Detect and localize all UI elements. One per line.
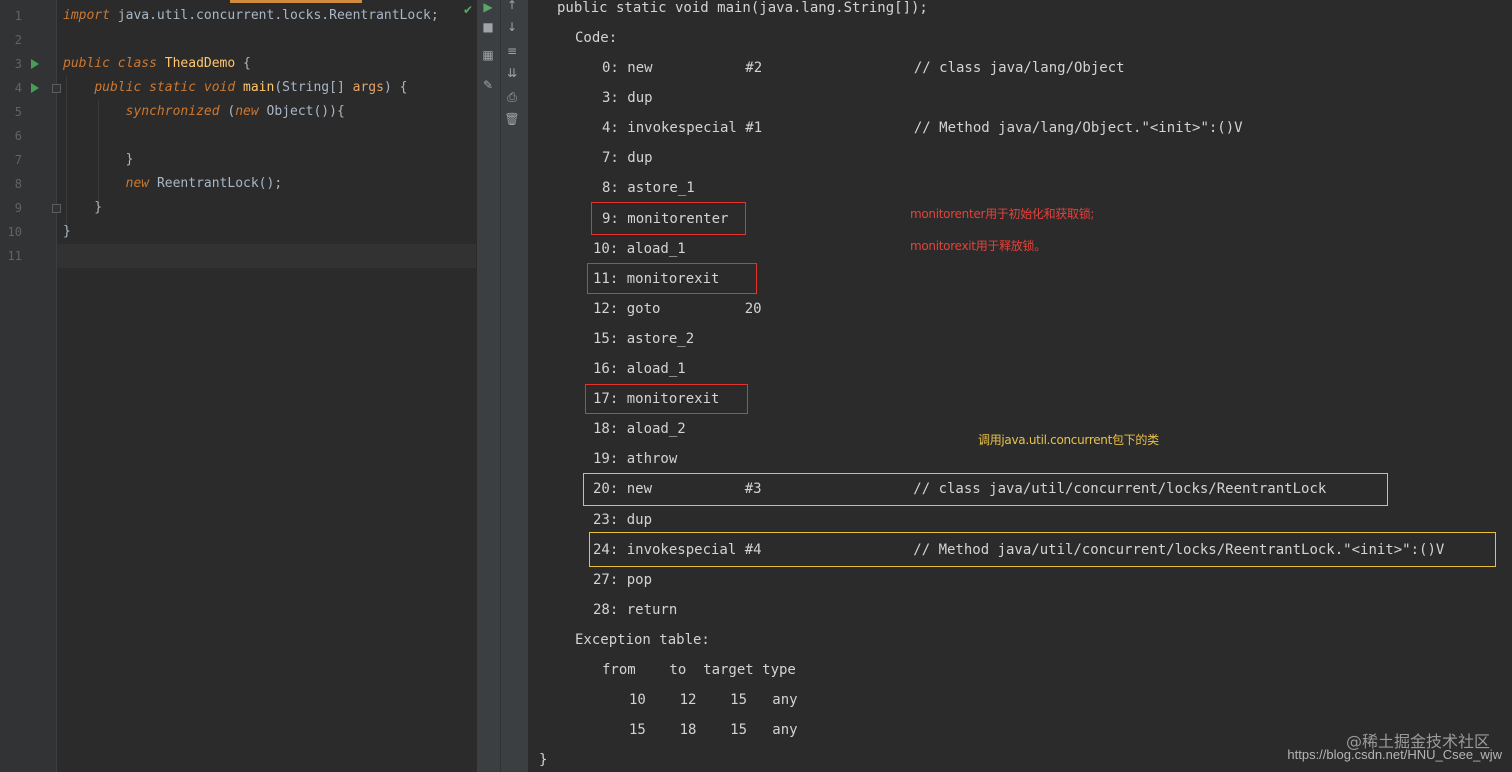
line-number: 1 [14,9,22,23]
code-token: new [125,176,157,191]
closing-brace: } [539,752,548,768]
bytecode-instruction: 8: astore_1 [602,180,695,197]
code-token: class [117,56,165,71]
line-number: 6 [14,129,22,143]
up-arrow-icon[interactable]: ↑ [501,0,523,12]
code-token: args [352,80,384,95]
exception-table-label: Exception table: [575,632,710,648]
code-line: } [63,220,476,244]
run-icon[interactable]: ▶ [477,0,499,14]
code-token: import [63,8,110,23]
code-token: TheadDemo [164,56,236,71]
code-token: ReentrantLock(); [156,176,283,191]
stop-icon[interactable]: ■ [477,20,499,34]
monitorexit-highlight [585,384,748,414]
line-number: 5 [14,105,22,119]
code-token: } [63,200,103,215]
code-token: (String[] [274,80,353,95]
bytecode-instruction: 27: pop [593,571,653,588]
code-line: } [63,196,476,220]
annotation-monitorexit: monitorexit用于释放锁。 [910,239,1046,253]
code-line: public class TheadDemo { [63,52,476,76]
annotation-juc: 调用java.util.concurrent包下的类 [978,433,1159,447]
bytecode-instruction: 7: dup [602,150,653,167]
line-number: 8 [14,177,22,191]
code-token: public static void [94,80,244,95]
line-number: 7 [14,153,22,167]
monitorexit-highlight [587,263,757,294]
line-number: 11 [7,249,22,263]
line-number: 9 [14,201,22,215]
bytecode-instruction: 0: new #2 // class java/lang/Object [602,60,1125,76]
bytecode-instruction: 10: aload_1 [593,240,686,257]
code-token: } [63,152,134,167]
fold-icon[interactable] [52,84,61,93]
editor-gutter: 1 2 3 4 5 6 7 8 9 10 11 [0,0,61,772]
code-line: synchronized (new Object()){ [63,100,476,124]
bytecode-instruction: 23: dup [593,511,653,528]
code-token: { [235,56,251,71]
code-line: import java.util.concurrent.locks.Reentr… [63,4,476,28]
code-line: new ReentrantLock(); [63,172,476,196]
soft-wrap-icon[interactable]: ≡ [501,44,523,58]
monitorenter-highlight [591,202,746,235]
code-token: new [235,104,267,119]
line-number: 2 [14,33,22,47]
down-arrow-icon[interactable]: ↓ [501,20,523,34]
bytecode-instruction: 3: dup [602,90,653,107]
watermark-url: https://blog.csdn.net/HNU_Csee_wjw [1287,747,1502,762]
bytecode-instruction: 18: aload_2 [593,421,686,438]
exception-row: 15 18 15 any [629,722,798,738]
run-class-icon[interactable] [31,59,39,69]
invokespecial-highlight [589,532,1496,567]
trash-icon[interactable]: 🗑 [501,112,523,126]
print-icon[interactable]: ⎙ [501,90,523,105]
code-editor[interactable]: 1 2 3 4 5 6 7 8 9 10 11 import java.util… [0,0,476,772]
line-number: 4 [14,81,22,95]
console-toolbar: ↑ ↓ ≡ ⇊ ⎙ 🗑 [500,0,528,772]
code-line: } [63,148,476,172]
pin-icon[interactable]: ✎ [477,78,499,92]
code-token: public [63,56,118,71]
run-main-icon[interactable] [31,83,39,93]
line-number: 3 [14,57,22,71]
code-token: main [243,80,275,95]
code-token: Object()){ [266,104,345,119]
method-signature: public static void main(java.lang.String… [557,0,928,16]
code-token: java.util.concurrent.locks.ReentrantLock… [109,8,439,23]
bytecode-instruction: 28: return [593,601,678,618]
bytecode-instruction: 15: astore_2 [593,330,695,347]
code-token: } [63,224,71,239]
bytecode-instruction: 19: athrow [593,451,678,468]
scroll-to-end-icon[interactable]: ⇊ [501,66,523,80]
active-tab-indicator [230,0,362,3]
code-label: Code: [575,30,618,46]
exception-row: 10 12 15 any [629,692,798,708]
bytecode-instruction: 16: aload_1 [593,361,686,377]
new-reentrantlock-highlight [583,473,1388,506]
bytecode-instruction: 12: goto 20 [593,300,762,317]
line-number: 10 [7,225,22,239]
code-token: ) { [383,80,408,95]
code-token: synchronized [125,104,228,119]
check-icon: ✔ [463,3,474,17]
console-output[interactable]: public static void main(java.lang.String… [528,0,1512,772]
layout-icon[interactable]: ▦ [477,48,499,62]
fold-icon[interactable] [52,204,61,213]
bytecode-instruction: 4: invokespecial #1 // Method java/lang/… [602,120,1243,137]
exception-table-header: from to target type [602,662,796,678]
run-toolbar: ▶ ■ ▦ ✎ [476,0,501,772]
code-line: public static void main(String[] args) { [63,76,476,100]
annotation-monitorenter: monitorenter用于初始化和获取锁; [910,207,1095,221]
